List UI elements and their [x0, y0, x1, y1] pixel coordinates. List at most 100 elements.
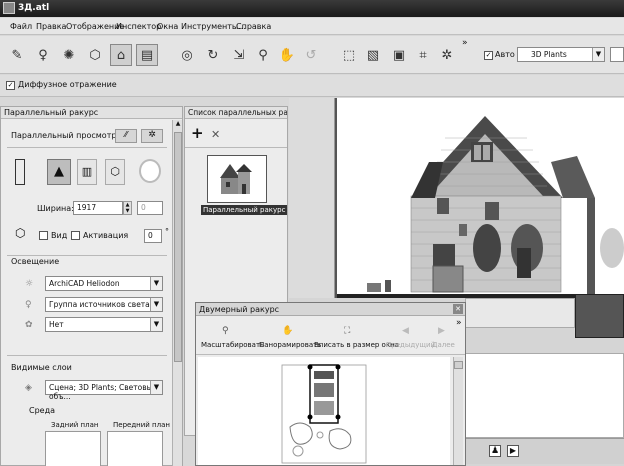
- light-group-select[interactable]: Группа источников света ▼: [45, 297, 163, 312]
- none-select-value: Нет: [49, 320, 64, 329]
- hand-icon[interactable]: ✋: [276, 44, 298, 66]
- crop-icon[interactable]: ⌗: [412, 44, 434, 66]
- side-view-button[interactable]: ▥: [77, 159, 97, 185]
- layer-select-value: 3D Plants: [531, 50, 567, 59]
- top-view-button[interactable]: ▲: [47, 159, 71, 185]
- view-thumbnail[interactable]: [207, 155, 267, 203]
- redo-icon[interactable]: ↺: [300, 44, 322, 66]
- delete-view-button[interactable]: ✕: [211, 128, 225, 142]
- 2d-view-dialog-header[interactable]: Двумерный ракурс ✕: [196, 303, 465, 316]
- iso-view-button[interactable]: ⬡: [105, 159, 125, 185]
- next-button[interactable]: Далее: [432, 341, 455, 349]
- app-icon: [3, 2, 15, 14]
- view-item-label[interactable]: Параллельный ракурс: [201, 205, 288, 215]
- 2d-plan-canvas[interactable]: [198, 357, 450, 465]
- hand-icon: ✋: [282, 326, 294, 336]
- gear-icon[interactable]: ✲: [436, 44, 458, 66]
- house-render: [337, 116, 624, 298]
- menu-help[interactable]: Справка: [236, 22, 271, 31]
- toolbar-more[interactable]: »: [462, 38, 468, 48]
- scroll-up-icon[interactable]: ▲: [174, 120, 182, 128]
- menu-file[interactable]: Файл: [10, 22, 32, 31]
- lighting-label: Освещение: [11, 257, 60, 266]
- previous-button[interactable]: Предыдущий: [386, 341, 435, 349]
- 2d-dialog-scrollbar[interactable]: [453, 357, 463, 465]
- 2d-dialog-toolbar: ⚲ Масштабировать ✋ Панорамировать ⛶ Впис…: [196, 321, 465, 355]
- angle-field[interactable]: 0: [144, 229, 162, 243]
- parallel-view-panel-title: Параллельный ракурс: [1, 107, 182, 119]
- diffuse-label: Диффузное отражение: [18, 80, 117, 89]
- person-icon[interactable]: ♟: [489, 445, 501, 457]
- width-field[interactable]: 1917: [73, 201, 123, 215]
- document-icon[interactable]: ▧: [362, 44, 384, 66]
- layers-select[interactable]: Сцена; 3D Plants; Световые объ... ▼: [45, 380, 163, 401]
- projection-settings-icon[interactable]: ✲: [141, 129, 163, 143]
- left-panel-scrollbar[interactable]: ▲: [172, 120, 182, 466]
- camera-connector-icon: [15, 159, 25, 185]
- activation-checkbox[interactable]: [71, 231, 80, 240]
- view-checkbox[interactable]: [39, 231, 48, 240]
- layer-extra-button[interactable]: [610, 47, 624, 62]
- walk-icon[interactable]: ⇲: [228, 44, 250, 66]
- zoom-icon[interactable]: ⚲: [252, 44, 274, 66]
- add-view-button[interactable]: +: [191, 126, 205, 141]
- second-value-field[interactable]: 0: [137, 201, 163, 215]
- view-label: Вид: [51, 231, 68, 240]
- angle-unit: °: [165, 227, 169, 236]
- none-select[interactable]: Нет ▼: [45, 317, 163, 332]
- light-group-select-value: Группа источников света: [49, 300, 150, 309]
- chevron-down-icon: ▼: [150, 277, 162, 290]
- list-panel-title: Список параллельных ракурс: [185, 107, 287, 119]
- orbit-icon[interactable]: ◎: [176, 44, 198, 66]
- back-swatch[interactable]: [45, 431, 101, 466]
- chevron-down-icon: ▼: [150, 381, 162, 394]
- options-bar: ✓ Диффузное отражение: [0, 75, 624, 97]
- window-title: 3Д.atl: [18, 3, 50, 13]
- rotation-dial[interactable]: [139, 159, 161, 183]
- pencil-icon[interactable]: ✎: [6, 44, 28, 66]
- main-toolbar: ✎ ♀ ✺ ⬡ ⌂ ▤ ◎ ↻ ⇲ ⚲ ✋ ↺ ⬚ ▧ ▣ ⌗ ✲ » ✓ Ав…: [0, 36, 624, 74]
- 3d-viewport[interactable]: [335, 98, 624, 298]
- sun-icon: ☼: [25, 279, 34, 289]
- visible-layers-label: Видимые слои: [11, 363, 72, 372]
- image-icon[interactable]: ▣: [388, 44, 410, 66]
- 2d-view-dialog: Двумерный ракурс ✕ » ⚲ Масштабировать ✋ …: [195, 302, 466, 466]
- 2d-view-dialog-title: Двумерный ракурс: [199, 305, 280, 314]
- play-icon[interactable]: ▶: [507, 445, 519, 457]
- projection-type-button[interactable]: ⁄⁄: [115, 129, 137, 143]
- projection-label: Параллельный просмотр: [11, 131, 117, 140]
- light-bulb-icon[interactable]: ♀: [32, 44, 54, 66]
- title-bar: 3Д.atl: [0, 0, 624, 17]
- sun-icon[interactable]: ✺: [58, 44, 80, 66]
- arrow-left-icon: ◀: [402, 326, 409, 336]
- arrow-right-icon: ▶: [438, 326, 445, 336]
- panel-view-icon[interactable]: ▤: [136, 44, 158, 66]
- frame-icon[interactable]: ⬚: [338, 44, 360, 66]
- viewport-status-bar: ♟ ▶: [465, 438, 624, 464]
- home-view-icon[interactable]: ⌂: [110, 44, 132, 66]
- close-icon[interactable]: ✕: [453, 304, 463, 314]
- scroll-thumb[interactable]: [174, 132, 182, 362]
- scroll-thumb[interactable]: [454, 361, 463, 369]
- menu-windows[interactable]: Окна: [157, 22, 178, 31]
- back-label: Задний план: [51, 421, 99, 429]
- width-stepper[interactable]: ▲ ▼: [123, 201, 132, 215]
- chevron-down-icon: ▼: [150, 318, 162, 331]
- sun-select[interactable]: ArchiCAD Heliodon ▼: [45, 276, 163, 291]
- fog-icon: ✿: [25, 320, 33, 330]
- sun-select-value: ArchiCAD Heliodon: [49, 279, 120, 288]
- menu-inspector[interactable]: Инспектор: [116, 22, 161, 31]
- rotate-icon[interactable]: ↻: [202, 44, 224, 66]
- diffuse-checkbox[interactable]: ✓: [6, 81, 15, 90]
- lamp-icon: ♀: [25, 300, 32, 310]
- layers-icon: ◈: [25, 383, 32, 393]
- viewport-preview-pane: [465, 353, 624, 438]
- menu-edit[interactable]: Правка: [36, 22, 66, 31]
- building-section-block: [575, 294, 624, 338]
- layer-select[interactable]: 3D Plants ▼: [517, 47, 605, 62]
- zoom-button[interactable]: Масштабировать: [201, 341, 264, 349]
- cube-icon[interactable]: ⬡: [84, 44, 106, 66]
- pan-button[interactable]: Панорамировать: [259, 341, 321, 349]
- front-swatch[interactable]: [107, 431, 163, 466]
- auto-checkbox[interactable]: ✓: [484, 51, 493, 60]
